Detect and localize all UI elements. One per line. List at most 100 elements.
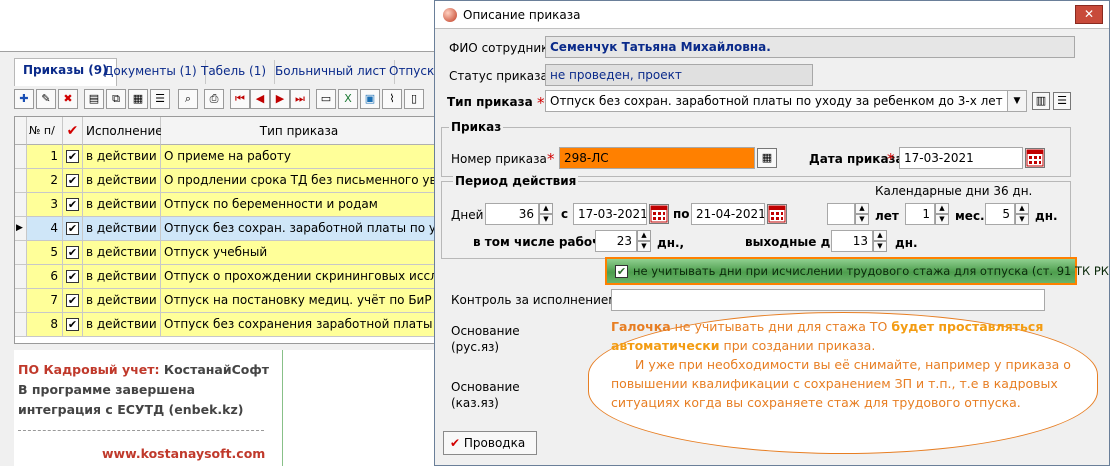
row-check[interactable]: ✔	[63, 289, 83, 313]
table-row[interactable]: 1 ✔ в действии О приеме на работу	[15, 145, 435, 169]
row-check[interactable]: ✔	[63, 145, 83, 169]
control-input[interactable]	[611, 289, 1045, 311]
post-button-label: Проводка	[463, 436, 526, 450]
excel-icon[interactable]: X	[338, 89, 358, 109]
row-checkbox[interactable]: ✔	[66, 174, 79, 187]
years-input[interactable]	[827, 203, 855, 225]
row-indicator	[15, 265, 27, 289]
type-select[interactable]: Отпуск без сохран. заработной платы по у…	[545, 90, 1009, 112]
table-row[interactable]: 7 ✔ в действии Отпуск на постановку медиц. …	[15, 289, 435, 313]
control-label: Контроль за исполнением	[451, 293, 618, 307]
row-checkbox[interactable]: ✔	[66, 246, 79, 259]
row-check[interactable]: ✔	[63, 313, 83, 337]
row-type: О приеме на работу	[161, 145, 435, 169]
promo-url[interactable]: www.kostanaysoft.com	[102, 446, 265, 461]
weekend-spin-up[interactable]: ▲	[873, 230, 887, 241]
dialog-titlebar[interactable]: Описание приказа ✕	[435, 1, 1109, 29]
mdays-spin-up[interactable]: ▲	[1015, 203, 1029, 214]
tab-sick-leave[interactable]: Больничный лист	[267, 60, 396, 84]
hint-callout: Галочка не учитывать дни для стажа ТО бу…	[588, 312, 1098, 454]
copy-icon[interactable]: ⧉	[106, 89, 126, 109]
to-input[interactable]: 21-04-2021	[691, 203, 765, 225]
number-label: Номер приказа	[451, 152, 547, 166]
number-input[interactable]: 298-ЛС	[559, 147, 755, 169]
from-input[interactable]: 17-03-2021	[573, 203, 647, 225]
stage-checkbox[interactable]: ✔	[615, 265, 628, 278]
tab-timesheet[interactable]: Табель (1)	[193, 60, 276, 84]
stage-checkbox-label: не учитывать дни при исчислении трудовог…	[633, 264, 1109, 278]
first-icon[interactable]: ⏮	[230, 89, 250, 109]
table-row[interactable]: 5 ✔ в действии Отпуск учебный	[15, 241, 435, 265]
book-icon[interactable]: ▥	[1032, 92, 1050, 110]
document-icon[interactable]: ▯	[404, 89, 424, 109]
grid-header-num[interactable]: № п/п	[27, 117, 63, 165]
number-generate-icon[interactable]: ▦	[757, 148, 777, 168]
print-icon[interactable]: ⎙	[204, 89, 224, 109]
row-checkbox[interactable]: ✔	[66, 318, 79, 331]
weekend-input[interactable]: 13	[831, 230, 873, 252]
row-check[interactable]: ✔	[63, 217, 83, 241]
days-input[interactable]: 36	[485, 203, 539, 225]
next-icon[interactable]: ▶	[270, 89, 290, 109]
date-input[interactable]: 17-03-2021	[899, 147, 1023, 169]
row-checkbox[interactable]: ✔	[66, 222, 79, 235]
row-checkbox[interactable]: ✔	[66, 270, 79, 283]
chevron-down-icon[interactable]: ▼	[1007, 90, 1027, 112]
table-row[interactable]: ▶ 4 ✔ в действии Отпуск без сохран. заработн…	[15, 217, 435, 241]
table-row[interactable]: 3 ✔ в действии Отпуск по беременности и род…	[15, 193, 435, 217]
promo-side-area	[282, 350, 434, 466]
stage-checkbox-row[interactable]: ✔ не учитывать дни при исчислении трудов…	[605, 257, 1109, 285]
mdays-spin-down[interactable]: ▼	[1015, 214, 1029, 225]
row-check[interactable]: ✔	[63, 193, 83, 217]
calendar-icon[interactable]	[1025, 148, 1045, 168]
close-button[interactable]: ✕	[1075, 5, 1103, 24]
row-check[interactable]: ✔	[63, 241, 83, 265]
prev-icon[interactable]: ◀	[250, 89, 270, 109]
mdays-input[interactable]: 5	[985, 203, 1015, 225]
row-num: 1	[27, 145, 63, 169]
years-spin-down[interactable]: ▼	[855, 214, 869, 225]
row-checkbox[interactable]: ✔	[66, 150, 79, 163]
image-icon[interactable]: ▣	[360, 89, 380, 109]
preview-icon[interactable]: ⌕	[178, 89, 198, 109]
last-icon[interactable]: ⏭	[290, 89, 310, 109]
years-spin-up[interactable]: ▲	[855, 203, 869, 214]
grid-header-check[interactable]: ✔	[63, 117, 83, 145]
add-icon[interactable]: ✚	[14, 89, 34, 109]
row-checkbox[interactable]: ✔	[66, 198, 79, 211]
workdays-input[interactable]: 23	[595, 230, 637, 252]
grid-header-type[interactable]: Тип приказа	[161, 117, 435, 145]
workdays-spin-up[interactable]: ▲	[637, 230, 651, 241]
basis-kz-label: Основание (каз.яз)	[451, 380, 520, 410]
export-icon[interactable]: ▤	[84, 89, 104, 109]
properties-icon[interactable]: ☰	[1053, 92, 1071, 110]
paste-icon[interactable]: ▦	[128, 89, 148, 109]
table-row[interactable]: 8 ✔ в действии Отпуск без сохранения зарабо…	[15, 313, 435, 337]
post-button[interactable]: ✔ Проводка	[443, 431, 537, 455]
attach-icon[interactable]: ⌇	[382, 89, 402, 109]
hint-term: Галочка	[611, 319, 671, 334]
months-input[interactable]: 1	[905, 203, 935, 225]
row-num: 2	[27, 169, 63, 193]
grid-header-status[interactable]: Исполнение	[83, 117, 163, 145]
row-indicator	[15, 145, 27, 169]
tray-icon[interactable]: ▭	[316, 89, 336, 109]
row-checkbox[interactable]: ✔	[66, 294, 79, 307]
edit-icon[interactable]: ✎	[36, 89, 56, 109]
days-spin-up[interactable]: ▲	[539, 203, 553, 214]
table-row[interactable]: 2 ✔ в действии О продлении срока ТД без пис…	[15, 169, 435, 193]
days-spin-down[interactable]: ▼	[539, 214, 553, 225]
table-row[interactable]: 6 ✔ в действии Отпуск о прохождении скринин…	[15, 265, 435, 289]
calendar-icon[interactable]	[767, 204, 787, 224]
row-status: в действии	[83, 217, 161, 241]
row-check[interactable]: ✔	[63, 265, 83, 289]
weekend-spin-down[interactable]: ▼	[873, 241, 887, 252]
tab-documents[interactable]: Документы (1)	[96, 60, 206, 84]
row-check[interactable]: ✔	[63, 169, 83, 193]
months-spin-down[interactable]: ▼	[935, 214, 949, 225]
properties-icon[interactable]: ☰	[150, 89, 170, 109]
months-spin-up[interactable]: ▲	[935, 203, 949, 214]
calendar-icon[interactable]	[649, 204, 669, 224]
workdays-spin-down[interactable]: ▼	[637, 241, 651, 252]
delete-icon[interactable]: ✖	[58, 89, 78, 109]
